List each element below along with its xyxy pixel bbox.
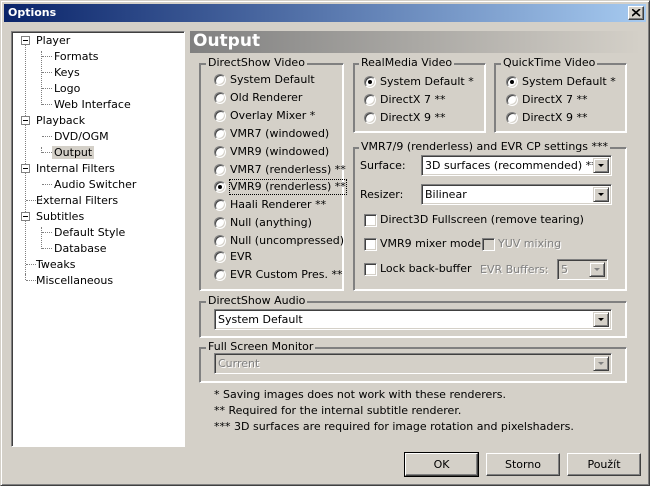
options-tree[interactable]: Player Formats Keys Logo Web Interface P… [11, 31, 185, 447]
resizer-select[interactable]: Bilinear [421, 184, 612, 205]
tree-item-formats[interactable]: Formats [52, 49, 101, 64]
tree-item-playback[interactable]: Playback [34, 113, 87, 128]
tree-item-audio-switcher[interactable]: Audio Switcher [52, 177, 138, 192]
fullscreen-monitor-title: Full Screen Monitor [206, 340, 316, 353]
tree-item-web-interface[interactable]: Web Interface [52, 97, 133, 112]
quicktime-video-title: QuickTime Video [501, 56, 598, 69]
evr-buffers-label: EVR Buffers: [480, 263, 549, 276]
evr-buffers-select[interactable]: 5 [557, 259, 608, 280]
internal-filters-expander-icon[interactable] [21, 164, 30, 173]
apply-button[interactable]: Použít [567, 453, 641, 476]
player-expander-icon[interactable] [21, 36, 30, 45]
directshow-audio-select[interactable]: System Default [214, 309, 612, 330]
window-title: Options [8, 6, 57, 19]
tree-item-database[interactable]: Database [52, 241, 109, 256]
directshow-video-title: DirectShow Video [206, 56, 307, 69]
chevron-down-icon [593, 356, 609, 371]
chevron-down-icon [593, 158, 609, 173]
note-3d-surfaces: *** 3D surfaces are required for image r… [214, 420, 574, 433]
directshow-audio-title: DirectShow Audio [206, 294, 308, 307]
tree-item-subtitles[interactable]: Subtitles [34, 209, 86, 224]
chevron-down-icon [593, 312, 609, 327]
tree-item-tweaks[interactable]: Tweaks [34, 257, 78, 272]
ok-button[interactable]: OK [404, 452, 479, 477]
tree-item-output[interactable]: Output [52, 145, 95, 160]
close-button[interactable] [628, 6, 644, 20]
close-icon [632, 9, 641, 17]
chevron-down-icon [593, 187, 609, 202]
note-subtitle-renderer: ** Required for the internal subtitle re… [214, 404, 462, 417]
fullscreen-monitor-select[interactable]: Current [214, 353, 612, 374]
playback-expander-icon[interactable] [21, 116, 30, 125]
page-title: Output [193, 31, 261, 51]
surface-label: Surface: [360, 159, 406, 172]
surface-select[interactable]: 3D surfaces (recommended) *** [421, 155, 612, 176]
realmedia-video-title: RealMedia Video [359, 56, 455, 69]
resizer-label: Resizer: [360, 188, 404, 201]
tree-item-player[interactable]: Player [34, 33, 72, 48]
subtitles-expander-icon[interactable] [21, 212, 30, 221]
tree-item-logo[interactable]: Logo [52, 81, 82, 96]
vmr-settings-title: VMR7/9 (renderless) and EVR CP settings … [359, 140, 610, 153]
title-bar[interactable]: Options [4, 4, 646, 22]
tree-item-external-filters[interactable]: External Filters [34, 193, 120, 208]
cancel-button[interactable]: Storno [486, 453, 560, 476]
tree-item-default-style[interactable]: Default Style [52, 225, 127, 240]
tree-item-dvd-ogm[interactable]: DVD/OGM [52, 129, 111, 144]
tree-item-keys[interactable]: Keys [52, 65, 82, 80]
options-window: Options Player Formats Keys Logo Web Int… [0, 0, 650, 486]
chevron-down-icon [589, 262, 605, 277]
tree-item-internal-filters[interactable]: Internal Filters [34, 161, 117, 176]
page-header: Output [190, 31, 641, 53]
tree-item-miscellaneous[interactable]: Miscellaneous [34, 273, 115, 288]
note-saving-images: * Saving images does not work with these… [214, 388, 507, 401]
